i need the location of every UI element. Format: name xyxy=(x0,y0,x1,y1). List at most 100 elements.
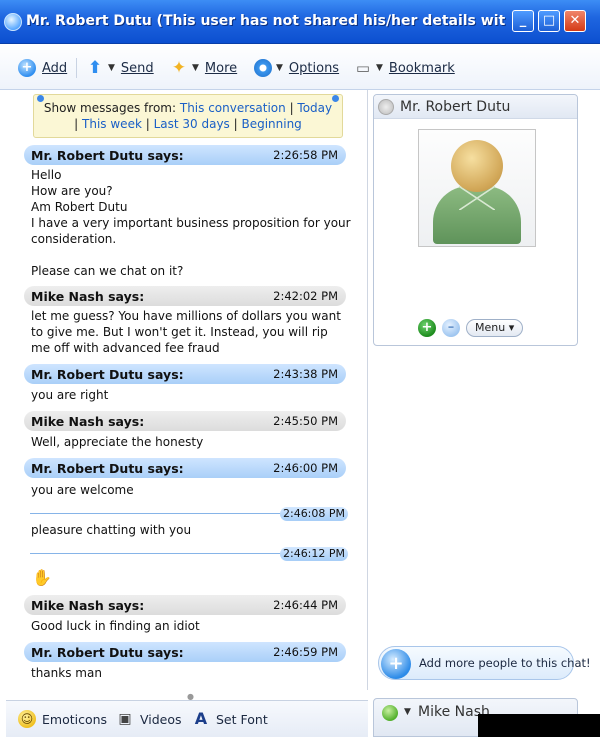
bookmark-button[interactable]: ▭ ▼ Bookmark xyxy=(354,58,455,78)
toolbar-divider xyxy=(76,58,77,78)
chat-history[interactable]: Show messages from: This conversation | … xyxy=(6,90,368,701)
set-font-button[interactable]: A Set Font xyxy=(192,710,268,728)
message-line: I have a very important business proposi… xyxy=(31,216,351,230)
add-button[interactable]: + Add xyxy=(18,58,67,78)
avatar-head xyxy=(451,140,503,192)
message-header: Mr. Robert Dutu says: 2:46:00 PM xyxy=(24,458,346,478)
filter-last-30-days-link[interactable]: Last 30 days xyxy=(154,117,230,131)
message-body: Good luck in finding an idiot xyxy=(31,618,351,634)
message-time: 2:45:50 PM xyxy=(273,414,338,428)
status-online-icon[interactable] xyxy=(382,705,398,721)
filter-today-link[interactable]: Today xyxy=(297,101,332,115)
message-time: 2:26:58 PM xyxy=(273,148,338,162)
block-icon[interactable]: – xyxy=(442,319,460,337)
message-filter: Show messages from: This conversation | … xyxy=(33,94,343,138)
message-body: Hello How are you? Am Robert Dutu I have… xyxy=(31,167,351,279)
minimize-button[interactable]: _ xyxy=(512,10,534,32)
title-bar: Mr. Robert Dutu (This user has not share… xyxy=(0,0,600,44)
chevron-down-icon: ▼ xyxy=(192,63,199,73)
message-line: Well, appreciate the honesty xyxy=(31,435,204,449)
pin-icon xyxy=(37,95,44,102)
add-people-icon: + xyxy=(381,649,411,679)
message-time: 2:46:12 PM xyxy=(280,547,348,561)
videos-label: Videos xyxy=(140,711,182,727)
filter-this-week-link[interactable]: This week xyxy=(82,117,142,131)
message-line: Good luck in finding an idiot xyxy=(31,619,200,633)
message-line: Please can we chat on it? xyxy=(31,264,184,278)
contact-actions: + – Menu ▾ xyxy=(418,319,524,337)
message-body: pleasure chatting with you xyxy=(31,522,351,538)
filter-this-conversation-link[interactable]: This conversation xyxy=(180,101,286,115)
contact-header: Mr. Robert Dutu xyxy=(374,95,577,119)
toolbar: + Add ⬆ ▼ Send ✦ ▼ More ▼ Options ▭ ▼ Bo… xyxy=(0,44,600,90)
add-icon: + xyxy=(18,59,36,77)
menu-label: Menu xyxy=(475,321,506,334)
maximize-button[interactable]: □ xyxy=(538,10,560,32)
chevron-down-icon: ▼ xyxy=(108,63,115,73)
message-body: you are right xyxy=(31,387,351,403)
message-line: consideration. xyxy=(31,232,117,246)
message-line: How are you? xyxy=(31,184,113,198)
redaction-block xyxy=(478,714,600,737)
message-header: Mike Nash says: 2:46:44 PM xyxy=(24,595,346,615)
filter-beginning-link[interactable]: Beginning xyxy=(241,117,301,131)
message-body: let me guess? You have millions of dolla… xyxy=(31,308,351,356)
options-button[interactable]: ▼ Options xyxy=(254,58,339,78)
sender-name: Mike Nash says: xyxy=(31,288,145,304)
book-icon: ▭ xyxy=(355,59,371,77)
message-line: thanks man xyxy=(31,666,102,680)
message-line: me off with advanced fee fraud xyxy=(31,341,220,355)
message-body: you are welcome xyxy=(31,482,351,498)
message-header: Mike Nash says: 2:42:02 PM xyxy=(24,286,346,306)
message-line: let me guess? You have millions of dolla… xyxy=(31,309,341,323)
videos-button[interactable]: ▣ Videos xyxy=(116,710,182,728)
message-body: thanks man xyxy=(31,665,351,681)
message-time: 2:43:38 PM xyxy=(273,367,338,381)
message-time: 2:46:59 PM xyxy=(273,645,338,659)
contact-name: Mr. Robert Dutu xyxy=(400,98,511,115)
side-panel-space xyxy=(373,350,578,640)
timestamp-separator: 2:46:08 PM xyxy=(30,507,348,521)
chevron-down-icon: ▼ xyxy=(376,63,383,73)
emoticons-button[interactable]: ☺ Emoticons xyxy=(18,710,107,728)
puzzle-icon: ✦ xyxy=(171,58,187,78)
contact-menu-button[interactable]: Menu ▾ xyxy=(466,319,524,337)
message-body: Well, appreciate the honesty xyxy=(31,434,351,450)
set-font-label: Set Font xyxy=(216,711,268,727)
send-button[interactable]: ⬆ ▼ Send xyxy=(86,58,154,78)
message-time: 2:42:02 PM xyxy=(273,289,338,303)
sender-name: Mr. Robert Dutu says: xyxy=(31,460,184,476)
filter-label: Show messages from: xyxy=(43,101,177,115)
emoticons-label: Emoticons xyxy=(42,711,108,727)
sender-name: Mr. Robert Dutu says: xyxy=(31,366,184,382)
message-header: Mike Nash says: 2:45:50 PM xyxy=(24,411,346,431)
sender-name: Mr. Robert Dutu says: xyxy=(31,644,184,660)
window-title: Mr. Robert Dutu (This user has not share… xyxy=(26,13,506,29)
sender-name: Mr. Robert Dutu says: xyxy=(31,147,184,163)
contact-card: Mr. Robert Dutu + – Menu ▾ xyxy=(373,94,578,346)
input-toolbar: ☺ Emoticons ▣ Videos A Set Font xyxy=(6,700,368,737)
separator-line xyxy=(30,553,282,554)
font-icon: A xyxy=(194,709,208,728)
options-icon xyxy=(254,59,272,77)
video-icon: ▣ xyxy=(118,711,132,727)
message-line: Am Robert Dutu xyxy=(31,200,128,214)
close-button[interactable]: ✕ xyxy=(564,10,586,32)
add-contact-icon[interactable]: + xyxy=(418,319,436,337)
message-time: 2:46:44 PM xyxy=(273,598,338,612)
more-button[interactable]: ✦ ▼ More xyxy=(170,58,237,78)
messenger-icon xyxy=(4,13,22,31)
message-line: pleasure chatting with you xyxy=(31,523,192,537)
add-more-people-label: Add more people to this chat! xyxy=(419,656,591,670)
add-label: Add xyxy=(42,60,68,76)
handshake-icon: ✋ xyxy=(32,568,52,587)
message-time: 2:46:08 PM xyxy=(280,507,348,521)
bookmark-label: Bookmark xyxy=(388,60,455,76)
message-header: Mr. Robert Dutu says: 2:26:58 PM xyxy=(24,145,346,165)
add-more-people-button[interactable]: + Add more people to this chat! xyxy=(378,646,591,680)
chevron-down-icon[interactable]: ▼ xyxy=(404,707,411,717)
message-time: 2:46:00 PM xyxy=(273,461,338,475)
send-label: Send xyxy=(120,60,154,76)
more-label: More xyxy=(204,60,238,76)
avatar[interactable] xyxy=(418,129,536,247)
